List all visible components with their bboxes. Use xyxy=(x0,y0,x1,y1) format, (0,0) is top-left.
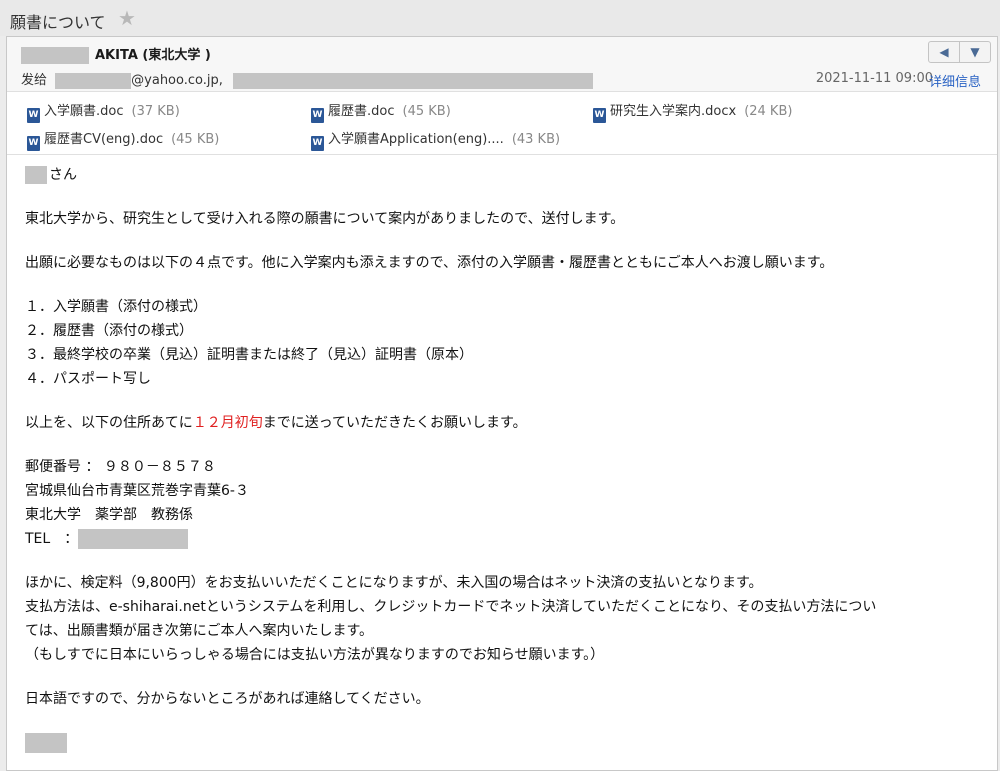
postal-code: 郵便番号 ： ９８０－８５７８ xyxy=(25,459,216,475)
tel-line: TEL ： xyxy=(25,527,985,551)
to-address[interactable]: @yahoo.co.jp, xyxy=(131,73,223,88)
paragraph: 支払方法は、e-shiharai.netというシステムを利用し、クレジットカード… xyxy=(25,599,877,615)
chevron-down-icon[interactable]: ▼ xyxy=(959,42,990,62)
attachment-item[interactable]: W 研究生入学案内.docx (24 KB) xyxy=(593,100,792,123)
redacted-block xyxy=(55,72,132,89)
email-header: AKITA (東北大学 ) 发给 @yahoo.co.jp, ◀ ▼ 2021-… xyxy=(7,37,997,92)
reply-icon[interactable]: ◀ xyxy=(929,42,959,62)
star-icon[interactable]: ★ xyxy=(118,6,136,30)
department: 東北大学 薬学部 教務係 xyxy=(25,507,193,523)
deadline-line: 以上を、以下の住所あてに１２月初旬までに送っていただきたくお願いします。 xyxy=(25,415,527,431)
word-doc-icon: W xyxy=(27,108,40,123)
word-doc-icon: W xyxy=(311,136,324,151)
redacted-block xyxy=(21,47,89,64)
list-item: ３．最終学校の卒業（見込）証明書または終了（見込）証明書（原本） xyxy=(25,347,473,363)
greeting: さん xyxy=(25,163,985,187)
list-item: ２．履歴書（添付の様式） xyxy=(25,323,193,339)
redacted-block xyxy=(25,166,47,184)
window-titlebar: 願書について ★ xyxy=(0,0,1000,36)
attachments-bar: W 入学願書.doc (37 KB) W 履歴書.doc (45 KB) W 研究生入学案… xyxy=(7,92,997,155)
deadline-highlight: １２月初旬 xyxy=(192,415,263,431)
to-label: 发给 xyxy=(21,73,48,88)
email-card: AKITA (東北大学 ) 发给 @yahoo.co.jp, ◀ ▼ 2021-… xyxy=(6,36,998,771)
redacted-block xyxy=(25,733,67,753)
word-doc-icon: W xyxy=(593,108,606,123)
redacted-block xyxy=(233,72,594,89)
redacted-block xyxy=(78,529,189,549)
attachment-item[interactable]: W 入学願書Application(eng).... (43 KB) xyxy=(311,128,560,151)
closing: 日本語ですので、分からないところがあれば連絡してください。 xyxy=(25,691,430,707)
signature xyxy=(25,731,985,755)
attachment-item[interactable]: W 履歴書CV(eng).doc (45 KB) xyxy=(27,128,219,151)
paragraph: ては、出願書類が届き次第にご本人へ案内いたします。 xyxy=(25,623,374,639)
word-doc-icon: W xyxy=(311,108,324,123)
list-item: １．入学願書（添付の様式） xyxy=(25,299,207,315)
address: 宮城県仙台市青葉区荒巻字青葉6-３ xyxy=(25,483,249,499)
email-subject: 願書について xyxy=(10,13,106,32)
sender: AKITA (東北大学 ) xyxy=(21,44,211,64)
paragraph: （もしすでに日本にいらっしゃる場合には支払い方法が異なりますのでお知らせ願います… xyxy=(25,647,605,663)
recipients: 发给 @yahoo.co.jp, xyxy=(21,69,594,89)
sender-name: AKITA (東北大学 ) xyxy=(95,48,211,63)
paragraph: ほかに、検定料（9,800円）をお支払いいただくことになりますが、未入国の場合は… xyxy=(25,575,763,591)
list-item: ４．パスポート写し xyxy=(25,371,151,387)
details-link[interactable]: 详细信息 xyxy=(929,71,981,90)
email-body: さん 東北大学から、研究生として受け入れる際の願書について案内がありましたので、… xyxy=(25,163,985,755)
reply-controls: ◀ ▼ xyxy=(928,41,991,63)
word-doc-icon: W xyxy=(27,136,40,151)
paragraph: 出願に必要なものは以下の４点です。他に入学案内も添えますので、添付の入学願書・履… xyxy=(25,255,834,271)
attachment-item[interactable]: W 履歴書.doc (45 KB) xyxy=(311,100,451,123)
email-datetime: 2021-11-11 09:00 xyxy=(815,71,933,86)
attachment-item[interactable]: W 入学願書.doc (37 KB) xyxy=(27,100,180,123)
paragraph: 東北大学から、研究生として受け入れる際の願書について案内がありましたので、送付し… xyxy=(25,211,625,227)
